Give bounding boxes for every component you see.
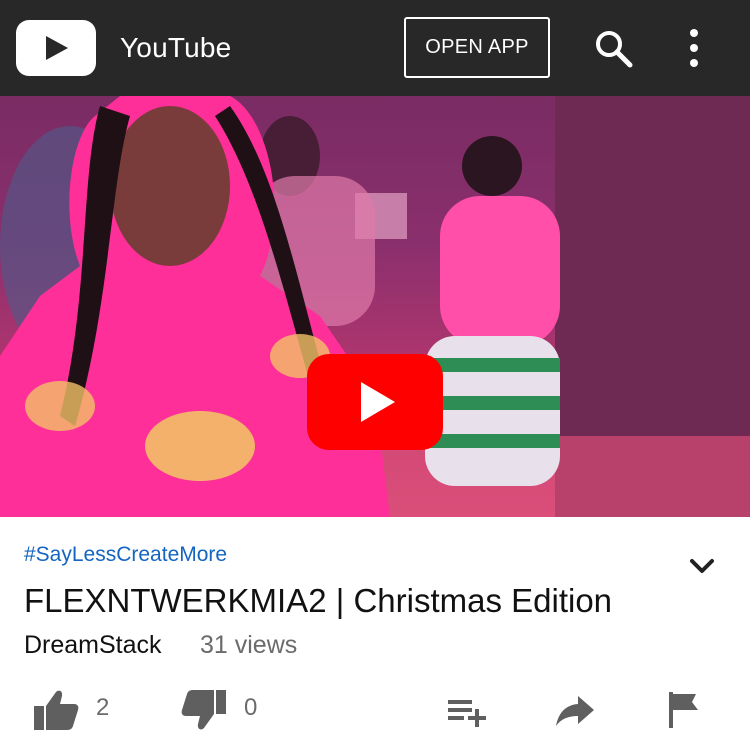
play-icon xyxy=(307,354,443,450)
app-title: YouTube xyxy=(120,32,232,63)
report-button[interactable] xyxy=(666,688,702,732)
thumb-down-icon xyxy=(181,690,226,730)
like-count: 2 xyxy=(96,694,110,721)
youtube-logo-icon[interactable] xyxy=(16,20,96,76)
share-icon xyxy=(556,696,594,726)
top-app-bar: YouTube OPEN APP xyxy=(0,0,750,96)
chevron-down-icon[interactable] xyxy=(686,550,718,582)
add-to-playlist-icon xyxy=(448,700,486,727)
video-player[interactable] xyxy=(0,96,750,517)
channel-name[interactable]: DreamStack xyxy=(24,628,162,662)
open-app-button[interactable]: OPEN APP xyxy=(404,17,550,78)
hashtag-link[interactable]: #SayLessCreateMore xyxy=(24,540,227,570)
share-button[interactable] xyxy=(554,688,598,732)
flag-icon xyxy=(669,692,698,728)
search-icon[interactable] xyxy=(592,27,636,71)
dislike-button[interactable] xyxy=(180,688,228,732)
view-count: 31 views xyxy=(200,631,298,659)
add-to-playlist-button[interactable] xyxy=(446,688,490,732)
thumb-up-icon xyxy=(34,690,79,730)
video-thumbnail-scene xyxy=(0,96,560,517)
more-vert-icon[interactable] xyxy=(676,27,712,71)
like-button[interactable] xyxy=(32,688,80,732)
play-button[interactable] xyxy=(307,354,443,450)
dislike-count: 0 xyxy=(244,694,258,721)
video-title: FLEXNTWERKMIA2 | Christmas Edition xyxy=(24,582,613,619)
